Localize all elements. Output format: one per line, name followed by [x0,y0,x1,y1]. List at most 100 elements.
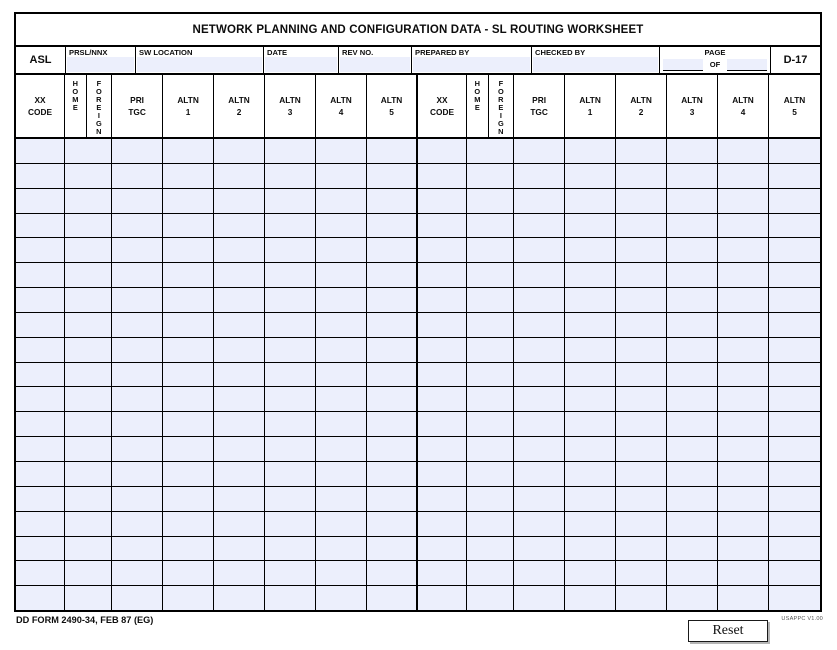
cell-right-group-altn_2[interactable] [616,511,668,536]
cell-left-group-altn_1[interactable] [163,362,215,387]
cell-left-group-home_foreign[interactable] [65,337,113,362]
cell-left-group-home_foreign[interactable] [65,362,113,387]
cell-left-group-xx_code[interactable] [16,263,66,288]
cell-left-group-altn_2[interactable] [214,511,266,536]
cell-left-group-altn_3[interactable] [265,337,317,362]
cell-right-group-xx_code[interactable] [418,188,468,213]
cell-left-group-altn_5[interactable] [367,362,419,387]
cell-left-group-home_foreign[interactable] [65,461,113,486]
cell-left-group-pri_tgc[interactable] [112,461,164,486]
cell-right-group-altn_3[interactable] [667,312,719,337]
cell-left-group-altn_4[interactable] [316,188,368,213]
cell-left-group-home_foreign[interactable] [65,288,113,312]
cell-right-group-altn_5[interactable] [769,362,820,387]
cell-left-group-xx_code[interactable] [16,238,66,263]
cell-left-group-pri_tgc[interactable] [112,486,164,511]
cell-right-group-altn_1[interactable] [565,188,617,213]
cell-right-group-altn_1[interactable] [565,238,617,263]
cell-left-group-altn_3[interactable] [265,437,317,461]
cell-right-group-altn_4[interactable] [718,387,770,412]
cell-left-group-altn_3[interactable] [265,238,317,263]
cell-left-group-xx_code[interactable] [16,486,66,511]
cell-right-group-pri_tgc[interactable] [514,188,566,213]
cell-left-group-altn_3[interactable] [265,263,317,288]
cell-right-group-pri_tgc[interactable] [514,412,566,437]
cell-left-group-altn_1[interactable] [163,337,215,362]
cell-left-group-altn_3[interactable] [265,511,317,536]
cell-right-group-altn_2[interactable] [616,437,668,461]
cell-right-group-altn_5[interactable] [769,387,820,412]
cell-left-group-pri_tgc[interactable] [112,312,164,337]
cell-left-group-altn_2[interactable] [214,213,266,238]
cell-left-group-home_foreign[interactable] [65,263,113,288]
cell-right-group-altn_5[interactable] [769,486,820,511]
date-input[interactable] [265,57,337,72]
cell-right-group-altn_5[interactable] [769,337,820,362]
cell-right-group-altn_2[interactable] [616,188,668,213]
cell-left-group-home_foreign[interactable] [65,387,113,412]
cell-right-group-altn_3[interactable] [667,238,719,263]
cell-left-group-pri_tgc[interactable] [112,288,164,312]
cell-right-group-altn_4[interactable] [718,139,770,163]
cell-right-group-altn_1[interactable] [565,288,617,312]
cell-right-group-home_foreign[interactable] [467,511,515,536]
cell-left-group-xx_code[interactable] [16,362,66,387]
cell-left-group-altn_5[interactable] [367,486,419,511]
cell-left-group-altn_2[interactable] [214,586,266,611]
cell-right-group-xx_code[interactable] [418,288,468,312]
cell-left-group-altn_5[interactable] [367,263,419,288]
cell-left-group-altn_4[interactable] [316,288,368,312]
cell-right-group-home_foreign[interactable] [467,213,515,238]
cell-left-group-altn_1[interactable] [163,511,215,536]
cell-left-group-home_foreign[interactable] [65,586,113,611]
cell-left-group-pri_tgc[interactable] [112,387,164,412]
cell-left-group-altn_5[interactable] [367,213,419,238]
cell-right-group-altn_5[interactable] [769,536,820,561]
cell-right-group-altn_4[interactable] [718,412,770,437]
cell-right-group-altn_3[interactable] [667,337,719,362]
cell-right-group-altn_1[interactable] [565,586,617,611]
cell-left-group-altn_2[interactable] [214,288,266,312]
cell-right-group-altn_2[interactable] [616,586,668,611]
cell-left-group-pri_tgc[interactable] [112,362,164,387]
cell-right-group-altn_2[interactable] [616,561,668,586]
cell-right-group-altn_1[interactable] [565,163,617,188]
cell-right-group-pri_tgc[interactable] [514,536,566,561]
cell-right-group-xx_code[interactable] [418,461,468,486]
cell-right-group-altn_4[interactable] [718,486,770,511]
page-number-input[interactable] [663,59,703,71]
cell-right-group-home_foreign[interactable] [467,387,515,412]
cell-right-group-altn_2[interactable] [616,213,668,238]
cell-right-group-home_foreign[interactable] [467,486,515,511]
cell-right-group-pri_tgc[interactable] [514,387,566,412]
cell-right-group-altn_4[interactable] [718,213,770,238]
cell-left-group-xx_code[interactable] [16,163,66,188]
prsl-nnx-input[interactable] [67,57,134,72]
cell-left-group-altn_2[interactable] [214,139,266,163]
cell-right-group-altn_4[interactable] [718,238,770,263]
cell-right-group-pri_tgc[interactable] [514,337,566,362]
cell-left-group-xx_code[interactable] [16,511,66,536]
cell-right-group-altn_3[interactable] [667,486,719,511]
cell-left-group-altn_3[interactable] [265,288,317,312]
cell-left-group-altn_3[interactable] [265,188,317,213]
cell-left-group-altn_5[interactable] [367,536,419,561]
cell-left-group-altn_3[interactable] [265,362,317,387]
cell-left-group-pri_tgc[interactable] [112,412,164,437]
cell-right-group-xx_code[interactable] [418,312,468,337]
cell-left-group-altn_2[interactable] [214,461,266,486]
cell-left-group-altn_1[interactable] [163,387,215,412]
cell-left-group-altn_1[interactable] [163,288,215,312]
cell-right-group-altn_1[interactable] [565,437,617,461]
cell-left-group-altn_2[interactable] [214,312,266,337]
cell-left-group-altn_4[interactable] [316,139,368,163]
cell-left-group-altn_2[interactable] [214,362,266,387]
cell-left-group-xx_code[interactable] [16,461,66,486]
cell-right-group-home_foreign[interactable] [467,561,515,586]
cell-left-group-altn_2[interactable] [214,163,266,188]
cell-right-group-altn_2[interactable] [616,238,668,263]
cell-left-group-xx_code[interactable] [16,536,66,561]
cell-left-group-pri_tgc[interactable] [112,511,164,536]
cell-right-group-home_foreign[interactable] [467,536,515,561]
cell-right-group-altn_4[interactable] [718,263,770,288]
